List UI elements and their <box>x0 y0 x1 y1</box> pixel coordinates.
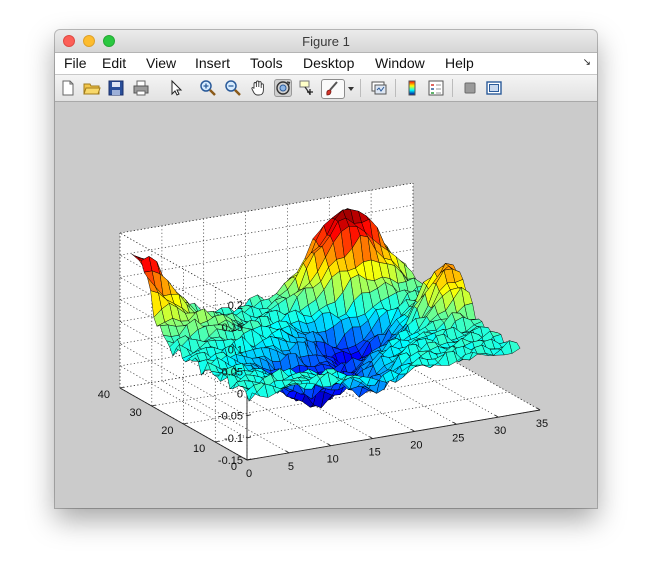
menu-help[interactable]: Help <box>445 55 474 71</box>
figure-window: Figure 1 File Edit View Insert Tools Des… <box>55 30 597 508</box>
menu-edit[interactable]: Edit <box>102 55 126 71</box>
zoom-out-icon[interactable] <box>224 79 242 97</box>
z-tick-label: -0.15 <box>218 455 243 467</box>
menu-tools[interactable]: Tools <box>250 55 283 71</box>
rotate-3d-icon[interactable] <box>274 79 292 97</box>
z-tick-label: 0.05 <box>222 366 243 378</box>
toolbar-separator <box>395 79 396 97</box>
x-tick-label: 5 <box>288 461 294 473</box>
y-tick-label: 10 <box>193 443 205 455</box>
print-icon[interactable] <box>132 79 150 97</box>
title-bar[interactable]: Figure 1 <box>55 30 597 53</box>
legend-icon[interactable] <box>427 79 445 97</box>
figure-toolbar <box>55 75 597 102</box>
z-tick-label: -0.1 <box>224 433 243 445</box>
z-tick-label: 0.2 <box>228 300 243 312</box>
y-tick-label: 20 <box>161 425 173 437</box>
menu-bar: File Edit View Insert Tools Desktop Wind… <box>55 53 597 75</box>
menu-view[interactable]: View <box>146 55 176 71</box>
x-tick-label: 25 <box>452 432 464 444</box>
show-plot-tools-icon[interactable] <box>485 79 503 97</box>
toolbar-separator <box>452 79 453 97</box>
hide-plot-tools-icon[interactable] <box>461 79 479 97</box>
menu-desktop[interactable]: Desktop <box>303 55 354 71</box>
toolbar-separator <box>360 79 361 97</box>
pan-hand-icon[interactable] <box>249 79 267 97</box>
x-tick-label: 10 <box>327 454 339 466</box>
zoom-in-icon[interactable] <box>199 79 217 97</box>
surface-plot[interactable]: 05101520253035010203040-0.15-0.1-0.0500.… <box>55 102 597 508</box>
figure-canvas[interactable]: 0 5 10 15 20 25 30 35 0 10 20 30 40 -0.15 -0.1 -0.05 0 0.… <box>55 102 597 508</box>
z-tick-label: -0.05 <box>218 411 243 423</box>
colorbar-icon[interactable] <box>403 79 421 97</box>
y-tick-label: 30 <box>130 407 142 419</box>
x-tick-label: 0 <box>246 468 252 480</box>
x-tick-label: 30 <box>494 425 506 437</box>
menu-file[interactable]: File <box>64 55 87 71</box>
z-tick-label: 0.15 <box>222 322 243 334</box>
y-tick-label: 40 <box>98 389 110 401</box>
z-tick-label: 0 <box>237 389 243 401</box>
save-icon[interactable] <box>107 79 125 97</box>
new-figure-icon[interactable] <box>59 79 77 97</box>
brush-icon[interactable] <box>321 79 345 99</box>
window-title: Figure 1 <box>302 34 350 49</box>
edit-plot-arrow-icon[interactable] <box>167 79 185 97</box>
x-tick-label: 15 <box>368 447 380 459</box>
link-plot-icon[interactable] <box>370 79 388 97</box>
menu-insert[interactable]: Insert <box>195 55 230 71</box>
arrow-icon[interactable]: ↘ <box>583 57 591 68</box>
x-tick-label: 20 <box>410 439 422 451</box>
data-cursor-icon[interactable] <box>298 79 316 97</box>
x-tick-label: 35 <box>536 418 548 430</box>
brush-dropdown-icon[interactable] <box>347 79 355 97</box>
open-file-icon[interactable] <box>83 79 101 97</box>
menu-window[interactable]: Window <box>375 55 425 71</box>
z-tick-label: 0.1 <box>228 344 243 356</box>
